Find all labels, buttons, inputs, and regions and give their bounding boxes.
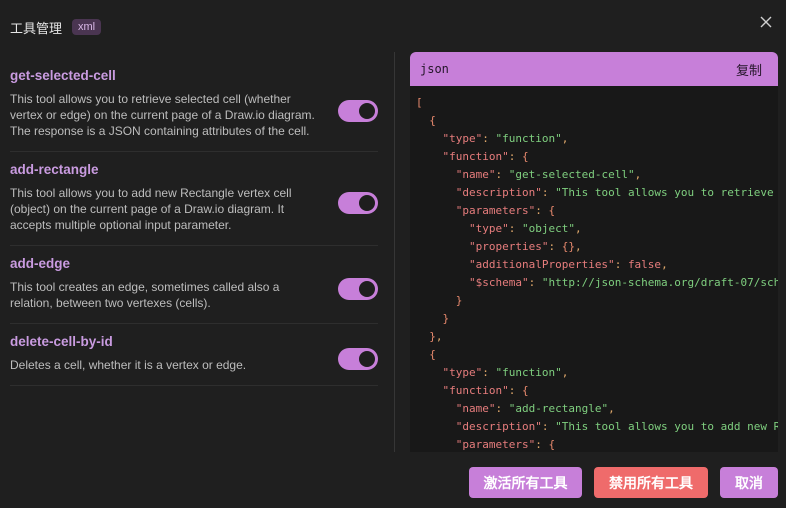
cancel-button[interactable]: 取消 bbox=[720, 467, 778, 498]
dialog-header: 工具管理 xml bbox=[10, 16, 102, 38]
tool-name: add-rectangle bbox=[10, 162, 99, 177]
dialog-title: 工具管理 bbox=[10, 20, 63, 36]
code-panel: json 复制 [ { "type": "function", "functio… bbox=[410, 52, 778, 452]
tool-toggle[interactable] bbox=[338, 348, 378, 370]
tool-name: add-edge bbox=[10, 256, 71, 271]
tool-toggle[interactable] bbox=[338, 100, 378, 122]
code-block[interactable]: [ { "type": "function", "function": { "n… bbox=[410, 86, 778, 452]
tool-toggle[interactable] bbox=[338, 192, 378, 214]
tool-description: Deletes a cell, whether it is a vertex o… bbox=[10, 358, 247, 372]
toggle-knob bbox=[359, 351, 375, 367]
code-header: json 复制 bbox=[410, 52, 778, 86]
tool-description: This tool allows you to retrieve selecte… bbox=[10, 92, 315, 138]
dialog-footer: 激活所有工具 禁用所有工具 取消 bbox=[469, 467, 778, 498]
tool-item: add-rectangle This tool allows you to ad… bbox=[10, 152, 378, 246]
tool-description: This tool creates an edge, sometimes cal… bbox=[10, 280, 280, 310]
disable-all-button[interactable]: 禁用所有工具 bbox=[594, 467, 708, 498]
tool-list: get-selected-cell This tool allows you t… bbox=[10, 58, 378, 434]
code-language-label: json bbox=[420, 62, 449, 76]
tool-name: delete-cell-by-id bbox=[10, 334, 113, 349]
tool-description: This tool allows you to add new Rectangl… bbox=[10, 186, 292, 232]
tool-item: add-edge This tool creates an edge, some… bbox=[10, 246, 378, 324]
toggle-knob bbox=[359, 103, 375, 119]
format-badge: xml bbox=[72, 19, 102, 35]
tool-toggle[interactable] bbox=[338, 278, 378, 300]
toggle-knob bbox=[359, 195, 375, 211]
toggle-knob bbox=[359, 281, 375, 297]
copy-button[interactable]: 复制 bbox=[736, 60, 762, 79]
panel-divider bbox=[394, 52, 395, 452]
close-icon[interactable] bbox=[756, 12, 776, 32]
tool-name: get-selected-cell bbox=[10, 68, 116, 83]
activate-all-button[interactable]: 激活所有工具 bbox=[469, 467, 582, 498]
tool-item: delete-cell-by-id Deletes a cell, whethe… bbox=[10, 324, 378, 386]
tool-item: get-selected-cell This tool allows you t… bbox=[10, 58, 378, 152]
